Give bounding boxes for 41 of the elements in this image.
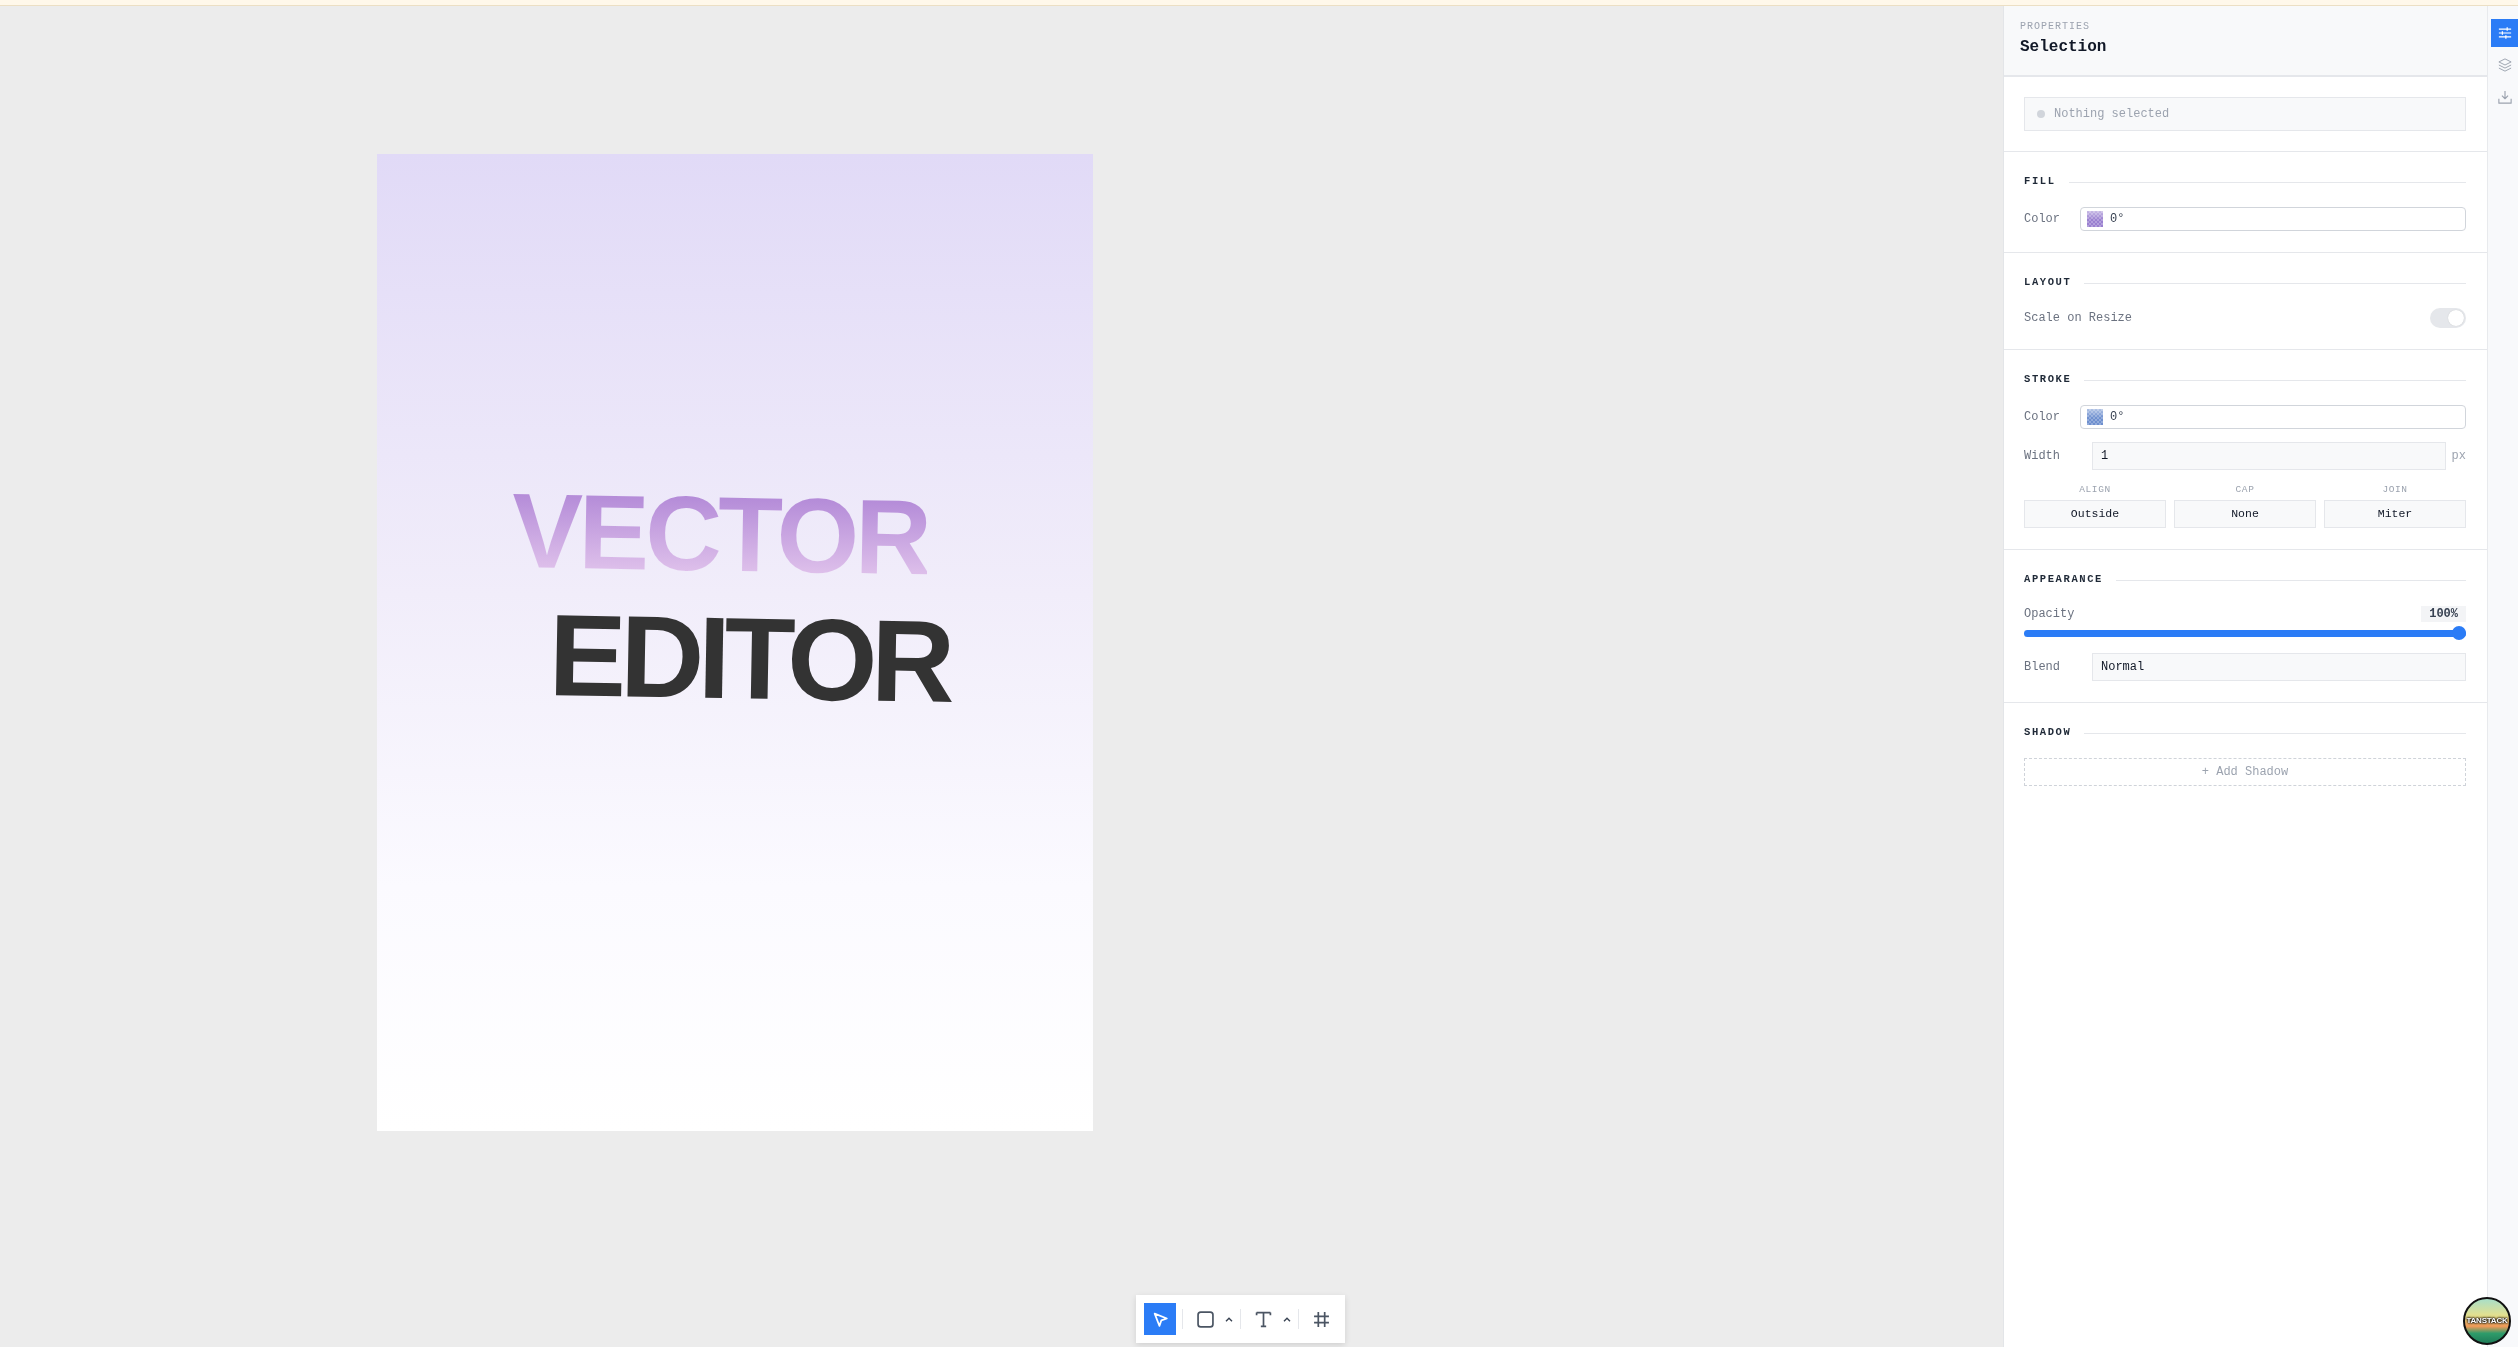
section-heading: APPEARANCE — [2024, 572, 2103, 588]
artboard-heading-text: EDITOR — [548, 597, 951, 720]
rail-tab[interactable] — [2491, 19, 2518, 47]
option-label: JOIN — [2382, 484, 2408, 496]
option-label: ALIGN — [2079, 484, 2111, 496]
panel-eyebrow: PROPERTIES — [2020, 20, 2091, 34]
option-button[interactable]: Miter — [2324, 500, 2466, 528]
field-label: Color — [2024, 211, 2061, 228]
field-label: Blend — [2024, 659, 2061, 676]
select-tool-button[interactable] — [1144, 1303, 1176, 1335]
sliders-icon — [2497, 26, 2512, 40]
select-field[interactable]: Normal — [2092, 653, 2466, 681]
text-icon — [1254, 1310, 1272, 1328]
status-dot-icon — [2037, 110, 2045, 118]
caret-icon — [1225, 1316, 1233, 1322]
field-label: Opacity — [2024, 606, 2075, 623]
field-label: Width — [2024, 448, 2061, 465]
slider-thumb[interactable] — [2452, 626, 2466, 640]
slider-track[interactable] — [2024, 626, 2466, 640]
color-field[interactable]: 0° — [2080, 207, 2466, 231]
section-heading: STROKE — [2024, 372, 2072, 388]
panel-title: Selection — [2020, 37, 2108, 57]
unit-label: px — [2451, 448, 2466, 465]
download-icon — [2497, 90, 2512, 104]
color-field[interactable]: 0° — [2080, 405, 2466, 429]
option-label: CAP — [2235, 484, 2255, 496]
option-button[interactable]: Outside — [2024, 500, 2166, 528]
section-heading: SHADOW — [2024, 725, 2072, 741]
pointer-icon — [1151, 1310, 1169, 1328]
field-label: Scale on Resize — [2024, 310, 2133, 327]
section-heading: LAYOUT — [2024, 275, 2072, 291]
caret-icon — [1283, 1316, 1291, 1322]
number-input[interactable]: 1 — [2092, 442, 2446, 470]
value-readout: 100% — [2421, 606, 2466, 622]
layers-icon — [2497, 58, 2512, 72]
field-label: Color — [2024, 409, 2061, 426]
square-icon — [1196, 1310, 1214, 1328]
option-button[interactable]: None — [2174, 500, 2316, 528]
section-heading: FILL — [2024, 174, 2056, 190]
status-text: Nothing selected — [2054, 106, 2170, 123]
hash-icon — [1312, 1310, 1330, 1328]
